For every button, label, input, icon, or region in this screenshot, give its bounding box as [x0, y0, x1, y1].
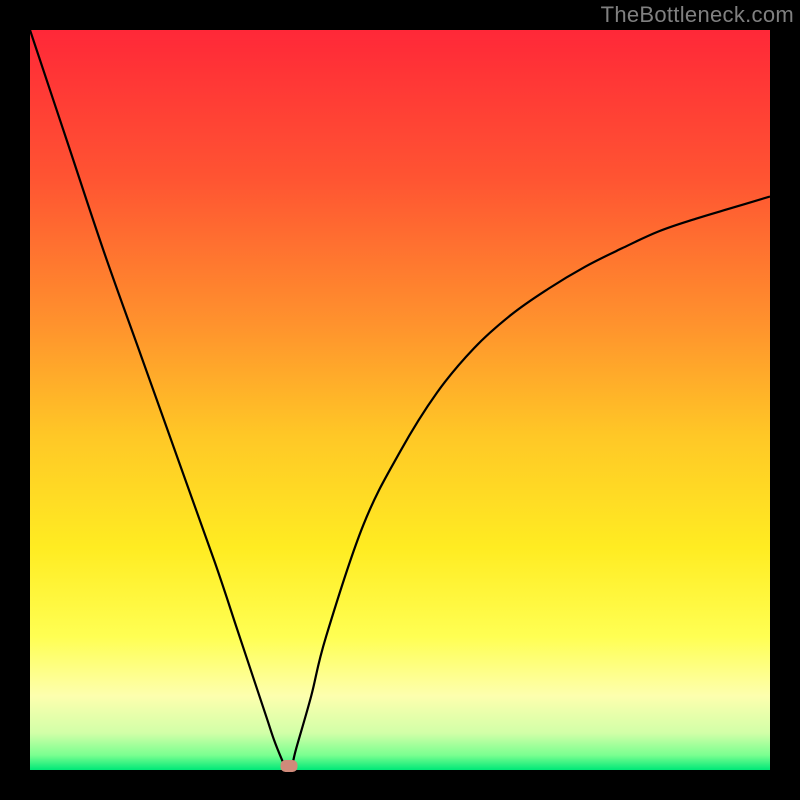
chart-container — [30, 30, 770, 770]
watermark-text: TheBottleneck.com — [601, 2, 794, 28]
optimal-point-marker — [281, 760, 298, 772]
bottleneck-curve — [30, 30, 770, 770]
